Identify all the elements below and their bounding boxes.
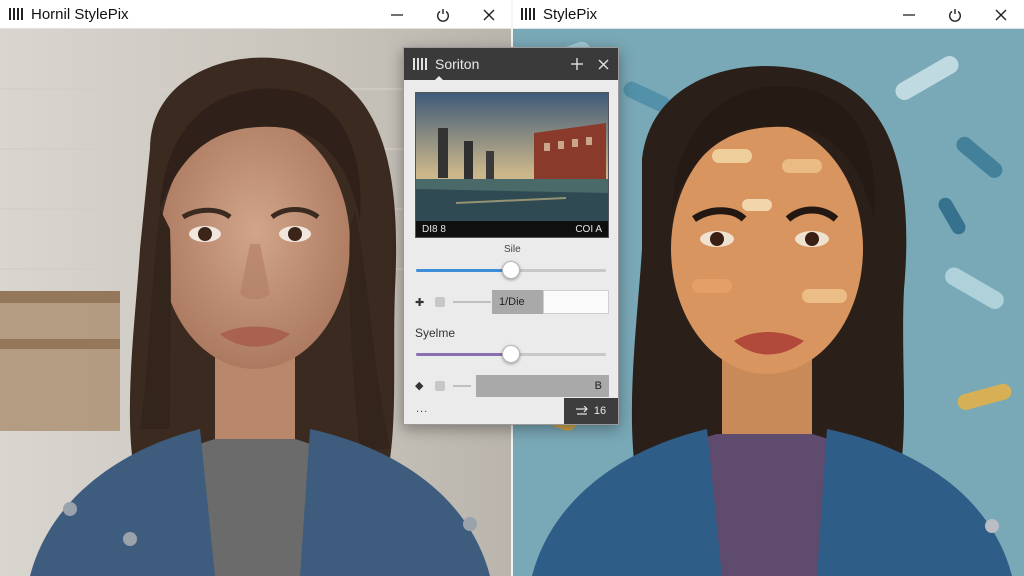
panel-close-button[interactable] <box>590 48 616 80</box>
close-icon <box>995 9 1007 20</box>
style-preview-image[interactable]: DI8 8 COI A <box>415 92 609 238</box>
swap-arrows-icon <box>575 406 588 415</box>
power-icon <box>949 8 961 22</box>
close-icon <box>598 59 608 69</box>
minimize-icon <box>903 13 915 16</box>
style-label: Syelme <box>415 326 456 340</box>
preview-right-text: COI A <box>575 223 602 235</box>
app-icon <box>521 8 535 20</box>
minimize-button[interactable] <box>374 0 420 29</box>
size-label: Sile <box>504 244 521 255</box>
style-value-field[interactable]: B <box>476 375 609 397</box>
more-options[interactable]: ... <box>416 403 428 415</box>
preview-caption: DI8 8 COI A <box>416 221 608 237</box>
panel-add-button[interactable] <box>564 48 590 80</box>
apply-button[interactable]: 16 <box>564 398 618 424</box>
style-slider-thumb[interactable] <box>502 345 520 363</box>
left-title-bar: Hornil StylePix <box>0 0 512 29</box>
close-icon <box>483 9 495 20</box>
diamond-icon: ✚ <box>415 297 425 309</box>
panel-notch <box>434 76 444 81</box>
mini-slider[interactable] <box>453 301 491 303</box>
window-title: Hornil StylePix <box>31 5 129 23</box>
size-slider-fill <box>416 269 511 272</box>
style-slider-fill <box>416 353 511 356</box>
window-title: StylePix <box>543 5 598 23</box>
right-title-bar: StylePix <box>512 0 1024 29</box>
diamond-icon: ◆ <box>415 380 424 392</box>
close-button[interactable] <box>466 0 512 29</box>
minimize-icon <box>391 13 403 16</box>
plus-icon <box>571 58 583 70</box>
style-settings-panel: Soriton DI8 8 COI A Sile ✚ 1/Die Syelme … <box>403 47 619 425</box>
swatch-icon <box>435 381 445 391</box>
apply-button-label: 16 <box>593 405 607 417</box>
size-input-field[interactable] <box>543 290 609 314</box>
power-icon <box>437 8 449 22</box>
close-button[interactable] <box>978 0 1024 29</box>
swatch-icon <box>435 297 445 307</box>
restore-button[interactable] <box>420 0 466 29</box>
size-value-field[interactable]: 1/Die <box>492 290 544 314</box>
restore-button[interactable] <box>932 0 978 29</box>
size-slider-thumb[interactable] <box>502 261 520 279</box>
preview-left-text: DI8 8 <box>422 223 446 235</box>
minimize-button[interactable] <box>886 0 932 29</box>
panel-title: Soriton <box>435 56 480 72</box>
panel-app-icon <box>413 58 427 70</box>
panel-title-bar[interactable]: Soriton <box>404 48 618 81</box>
mini-slider[interactable] <box>453 385 471 387</box>
app-icon <box>9 8 23 20</box>
